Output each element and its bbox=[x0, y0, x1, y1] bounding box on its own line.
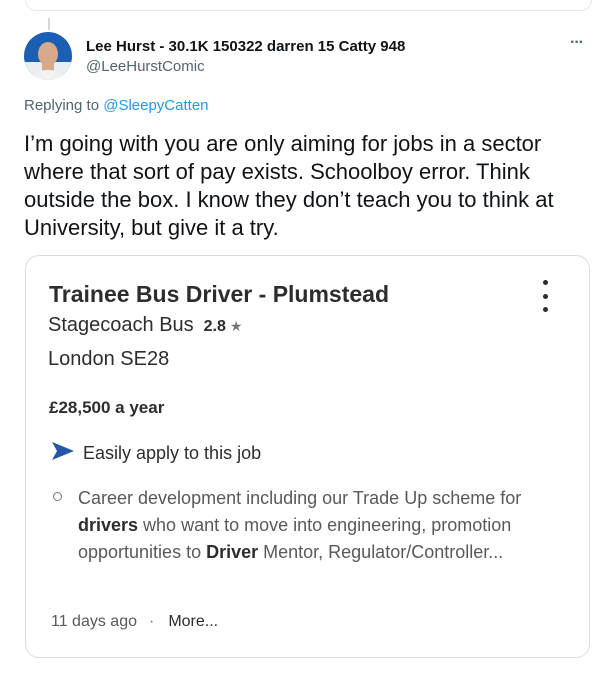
easy-apply-label: Easily apply to this job bbox=[83, 443, 262, 463]
avatar[interactable] bbox=[24, 32, 72, 80]
reply-mention-link[interactable]: @SleepyCatten bbox=[103, 97, 208, 114]
separator-dot: · bbox=[149, 613, 155, 630]
send-arrow-icon bbox=[51, 441, 75, 466]
job-footer: 11 days ago · More... bbox=[51, 613, 218, 631]
kebab-menu-icon bbox=[538, 280, 552, 312]
company-name: Stagecoach Bus bbox=[48, 314, 194, 336]
job-salary: £28,500 a year bbox=[49, 398, 165, 417]
thread-line bbox=[48, 18, 50, 30]
star-icon: ★ bbox=[229, 318, 243, 334]
snippet-segment: Driver bbox=[206, 542, 259, 562]
snippet-segment: Career development including our Trade U… bbox=[78, 488, 522, 508]
snippet-segment: Mentor, Regulator/Controller... bbox=[258, 542, 504, 562]
replying-to: Replying to @SleepyCatten bbox=[24, 97, 209, 114]
posted-date: 11 days ago bbox=[51, 613, 137, 630]
company-row: Stagecoach Bus 2.8 ★ bbox=[48, 314, 242, 337]
user-handle[interactable]: @LeeHurstComic bbox=[86, 58, 205, 75]
bullet-icon bbox=[53, 492, 62, 501]
snippet-segment: drivers bbox=[78, 515, 139, 535]
company-rating: 2.8 bbox=[203, 318, 226, 335]
job-snippet: Career development including our Trade U… bbox=[78, 485, 528, 566]
job-location: London SE28 bbox=[48, 348, 170, 370]
more-horizontal-icon[interactable]: ··· bbox=[570, 34, 584, 52]
job-title: Trainee Bus Driver - Plumstead bbox=[49, 281, 390, 307]
display-name[interactable]: Lee Hurst - 30.1K 150322 darren 15 Catty… bbox=[86, 38, 405, 55]
job-listing-image[interactable]: Trainee Bus Driver - Plumstead Stagecoac… bbox=[25, 255, 590, 658]
more-link: More... bbox=[168, 613, 219, 630]
previous-tweet-card-edge bbox=[25, 0, 592, 11]
tweet-text: I’m going with you are only aiming for j… bbox=[24, 131, 554, 240]
easy-apply-row: Easily apply to this job bbox=[51, 441, 261, 466]
replying-to-label: Replying to bbox=[24, 97, 100, 114]
